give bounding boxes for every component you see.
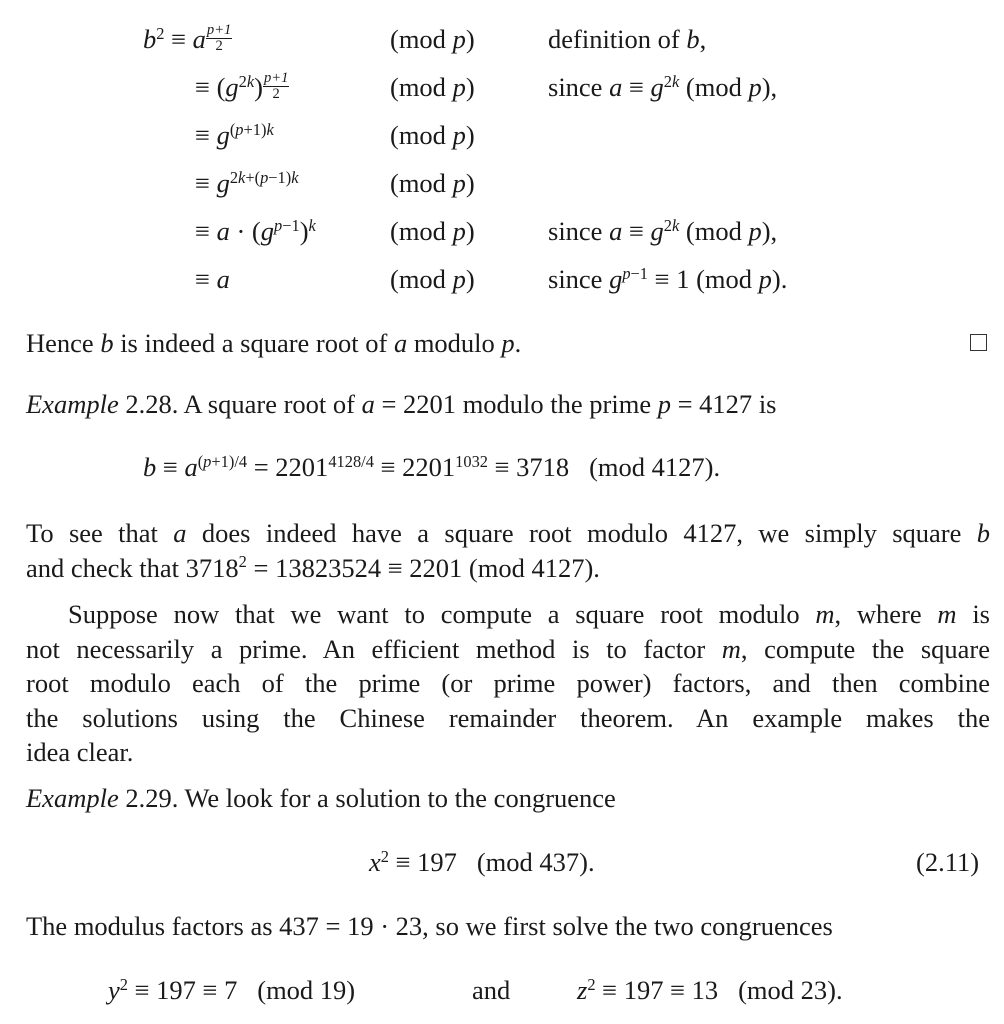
mod-p-5: (mod p) xyxy=(390,216,475,246)
reason-since-a-equiv-g2k: since a ≡ g2k (mod p), xyxy=(548,215,778,246)
check-line-1: To see that a does indeed have a square … xyxy=(26,518,990,548)
suppose-paragraph: Suppose now that we want to compute a sq… xyxy=(26,597,990,770)
congruence-mod-23: z2 ≡ 197 ≡ 13 (mod 23). xyxy=(577,974,843,1005)
mod-p-3: (mod p) xyxy=(390,120,475,150)
suppose-line-4: the solutions using the Chinese remainde… xyxy=(26,702,990,733)
qed-symbol xyxy=(970,334,987,351)
derivation-row-4-lhs: ≡ g2k+(p−1)k xyxy=(195,167,299,198)
example-2-29-heading: Example 2.29. We look for a solution to … xyxy=(26,783,616,813)
suppose-line-2: not necessarily a prime. An efficient me… xyxy=(26,633,990,664)
derivation-row-5-lhs: ≡ a · (gp−1)k xyxy=(195,215,316,246)
fraction-p-plus-1-over-2: p+1 2 xyxy=(205,22,233,54)
mod-p-2: (mod p) xyxy=(390,72,475,102)
reason-fermat: since gp−1 ≡ 1 (mod p). xyxy=(548,263,788,294)
check-line-2: and check that 37182 = 13823524 ≡ 2201 (… xyxy=(26,552,600,583)
example-label: Example xyxy=(26,389,119,419)
suppose-line-1: Suppose now that we want to compute a sq… xyxy=(68,599,990,629)
equation-number: (2.11) xyxy=(916,847,980,877)
reason-since-a-equiv-g2k: since a ≡ g2k (mod p), xyxy=(548,71,778,102)
fraction-p-plus-1-over-2: p+1 2 xyxy=(263,70,290,102)
suppose-line-5: idea clear. xyxy=(26,737,134,767)
derivation-row-3-lhs: ≡ g(p+1)k xyxy=(195,119,274,150)
congruence-mod-19: y2 ≡ 197 ≡ 7 (mod 19) xyxy=(108,974,356,1005)
suppose-line-3: root modulo each of the prime (or prime … xyxy=(26,668,990,698)
connector-and: and xyxy=(472,975,511,1005)
example-2-28-heading: Example 2.28. A square root of a = 2201 … xyxy=(26,389,777,419)
modulus-paragraph: The modulus factors as 437 = 19 · 23, so… xyxy=(26,911,833,941)
reason-definition-of-b: definition of b, xyxy=(548,24,707,54)
example-label: Example xyxy=(26,783,119,813)
equation-2-11: x2 ≡ 197 (mod 437). xyxy=(369,846,595,877)
derivation-row-2-lhs: ≡ (g2k) p+1 2 xyxy=(195,70,290,102)
derivation-row-1-lhs: b2 ≡ a p+1 2 xyxy=(143,22,233,54)
example-2-28-display-equation: b ≡ a(p+1)/4 = 22014128/4 ≡ 22011032 ≡ 3… xyxy=(143,451,721,482)
mod-p-4: (mod p) xyxy=(390,168,475,198)
check-paragraph: To see that a does indeed have a square … xyxy=(26,516,990,585)
proof-conclusion: Hence b is indeed a square root of a mod… xyxy=(26,328,522,358)
derivation-row-6-lhs: ≡ a xyxy=(195,264,230,294)
mod-p-6: (mod p) xyxy=(390,264,475,294)
mod-p-1: (mod p) xyxy=(390,24,475,54)
